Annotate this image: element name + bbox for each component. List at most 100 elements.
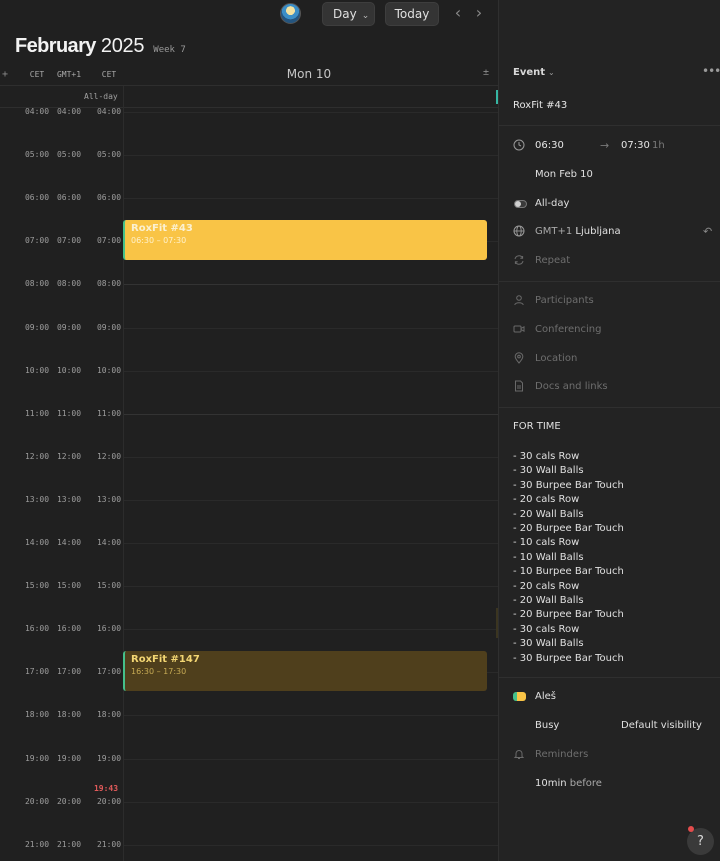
- hour-gridline: [124, 586, 498, 588]
- panel-type-dropdown[interactable]: Event ⌄: [513, 67, 555, 78]
- hour-row[interactable]: 15:00 15:00 15:00: [0, 581, 498, 629]
- hour-gridline: [124, 456, 498, 458]
- day-header[interactable]: Mon 10: [124, 67, 494, 81]
- end-time-field[interactable]: 07:30: [621, 140, 650, 151]
- description-line: - 20 Wall Balls: [513, 508, 584, 520]
- reminder-item[interactable]: 10min before: [499, 777, 720, 797]
- event-time: 16:30 – 17:30: [131, 667, 187, 676]
- repeat-row[interactable]: Repeat: [499, 254, 720, 274]
- location-label: Location: [535, 353, 578, 364]
- today-button[interactable]: Today: [385, 2, 439, 26]
- reminder-suffix: before: [569, 778, 602, 789]
- hour-gridline: [124, 629, 498, 631]
- notification-dot: [688, 826, 694, 832]
- time-row[interactable]: 06:30 → 07:30 1h: [499, 139, 720, 159]
- day-grid[interactable]: 21:00 21:00 21:00 20:00 20:00 20:00 19:00 19:00…: [0, 86, 498, 861]
- hour-row[interactable]: 10:00 10:00 10:00: [0, 366, 498, 414]
- hour-gridline: [124, 327, 498, 329]
- reset-timezone-icon[interactable]: ↶: [703, 225, 712, 238]
- hour-gridline: [124, 801, 498, 803]
- divider: [499, 407, 720, 408]
- hour-row[interactable]: 11:00 11:00 11:00: [0, 409, 498, 457]
- title-month: February: [15, 35, 96, 57]
- hour-gridline: [124, 413, 498, 415]
- view-switcher-label: Day: [333, 7, 357, 21]
- description-line: - 30 Wall Balls: [513, 465, 584, 477]
- clock-icon: [513, 139, 527, 153]
- add-timezone-button[interactable]: +: [2, 69, 8, 80]
- description-line: - 30 cals Row: [513, 623, 580, 635]
- calendar-owner: Aleš: [535, 691, 556, 702]
- event-block[interactable]: RoxFit #147 16:30 – 17:30: [123, 651, 487, 691]
- duration-label: 1h: [652, 140, 665, 151]
- timezone-header: + CET GMT+1 CET Mon 10 ±: [0, 64, 498, 86]
- top-toolbar: Day ⌄ Today ‹ ›: [0, 0, 498, 28]
- reminders-row[interactable]: Reminders: [499, 748, 720, 768]
- help-button[interactable]: ?: [687, 828, 714, 855]
- calendar-row[interactable]: Aleš: [499, 690, 720, 710]
- hour-gridline: [124, 112, 498, 113]
- visibility-dropdown[interactable]: Default visibility: [621, 720, 702, 731]
- location-pin-icon: [513, 352, 527, 366]
- allday-toggle[interactable]: [514, 200, 527, 208]
- title-year: 2025: [100, 35, 145, 57]
- conferencing-row[interactable]: Conferencing: [499, 323, 720, 343]
- hour-row[interactable]: 18:00 18:00 18:00: [0, 710, 498, 758]
- hour-label: 04:00: [56, 107, 82, 116]
- hour-row[interactable]: 21:00 21:00 21:00: [0, 840, 498, 861]
- timezone-label[interactable]: GMT+1: [49, 70, 89, 79]
- reminder-value[interactable]: 10min before: [535, 778, 602, 789]
- allday-toggle-row[interactable]: All-day: [499, 197, 720, 217]
- event-details-panel: Event ⌄ ••• RoxFit #43 06:30 → 07:30 1h M…: [498, 0, 720, 861]
- more-options-icon[interactable]: •••: [702, 64, 720, 78]
- page-title: February 2025 Week 7: [15, 35, 186, 58]
- timezone-label[interactable]: CET: [89, 70, 129, 79]
- description-line: - 20 Wall Balls: [513, 595, 584, 607]
- docs-row[interactable]: Docs and links: [499, 380, 720, 400]
- event-name-field[interactable]: RoxFit #43: [513, 100, 567, 111]
- hour-row[interactable]: 04:00 04:00 04:00: [0, 107, 498, 155]
- hour-row[interactable]: 05:00 05:00 05:00: [0, 150, 498, 198]
- description-line: - 30 cals Row: [513, 451, 580, 462]
- date-field[interactable]: Mon Feb 10: [535, 169, 593, 180]
- timezone-city: Ljubljana: [575, 226, 621, 237]
- participants-row[interactable]: Participants: [499, 294, 720, 314]
- app-avatar-icon[interactable]: [280, 3, 301, 24]
- description-line: - 30 Wall Balls: [513, 638, 584, 650]
- hour-row[interactable]: 08:00 08:00 08:00: [0, 279, 498, 327]
- description-line: - 30 Burpee Bar Touch: [513, 652, 624, 664]
- hour-row[interactable]: 19:00 19:00 19:00: [0, 754, 498, 802]
- hour-gridline: [124, 758, 498, 760]
- hour-row[interactable]: 13:00 13:00 13:00: [0, 495, 498, 543]
- allday-label: All-day: [84, 92, 118, 101]
- timezone-row[interactable]: GMT+1 Ljubljana ↶: [499, 225, 720, 245]
- timezone-field[interactable]: GMT+1 Ljubljana: [535, 226, 621, 237]
- current-time-label: 19:43: [93, 784, 119, 793]
- chevron-left-icon[interactable]: ‹: [450, 4, 466, 24]
- reminders-label: Reminders: [535, 749, 589, 760]
- event-block[interactable]: RoxFit #43 06:30 – 07:30: [123, 220, 487, 260]
- hour-row[interactable]: 14:00 14:00 14:00: [0, 538, 498, 586]
- description-line: - 20 Burpee Bar Touch: [513, 609, 624, 621]
- calendar-color-swatch: [513, 692, 526, 701]
- description-body[interactable]: - 30 cals Row - 30 Wall Balls - 30 Burpee …: [513, 450, 624, 666]
- start-time-field[interactable]: 06:30: [535, 140, 564, 151]
- availability-row[interactable]: Busy Default visibility: [499, 719, 720, 739]
- view-switcher-button[interactable]: Day ⌄: [322, 2, 375, 26]
- description-title[interactable]: FOR TIME: [513, 421, 561, 432]
- hour-row[interactable]: 12:00 12:00 12:00: [0, 452, 498, 500]
- hour-row[interactable]: 20:00 20:00 20:00: [0, 797, 498, 845]
- globe-icon: [513, 225, 527, 239]
- busy-dropdown[interactable]: Busy: [535, 720, 559, 731]
- event-title: RoxFit #43: [131, 223, 193, 234]
- location-row[interactable]: Location: [499, 352, 720, 372]
- divider: [499, 125, 720, 126]
- timezone-offset: GMT+1: [535, 226, 573, 237]
- description-line: - 10 Burpee Bar Touch: [513, 566, 624, 578]
- date-row[interactable]: Mon Feb 10: [499, 168, 720, 188]
- collapse-allday-icon[interactable]: ±: [483, 67, 489, 78]
- description-line: - 20 cals Row: [513, 494, 580, 506]
- chevron-right-icon[interactable]: ›: [471, 4, 487, 24]
- hour-row[interactable]: 09:00 09:00 09:00: [0, 323, 498, 371]
- allday-row[interactable]: All-day: [0, 86, 498, 108]
